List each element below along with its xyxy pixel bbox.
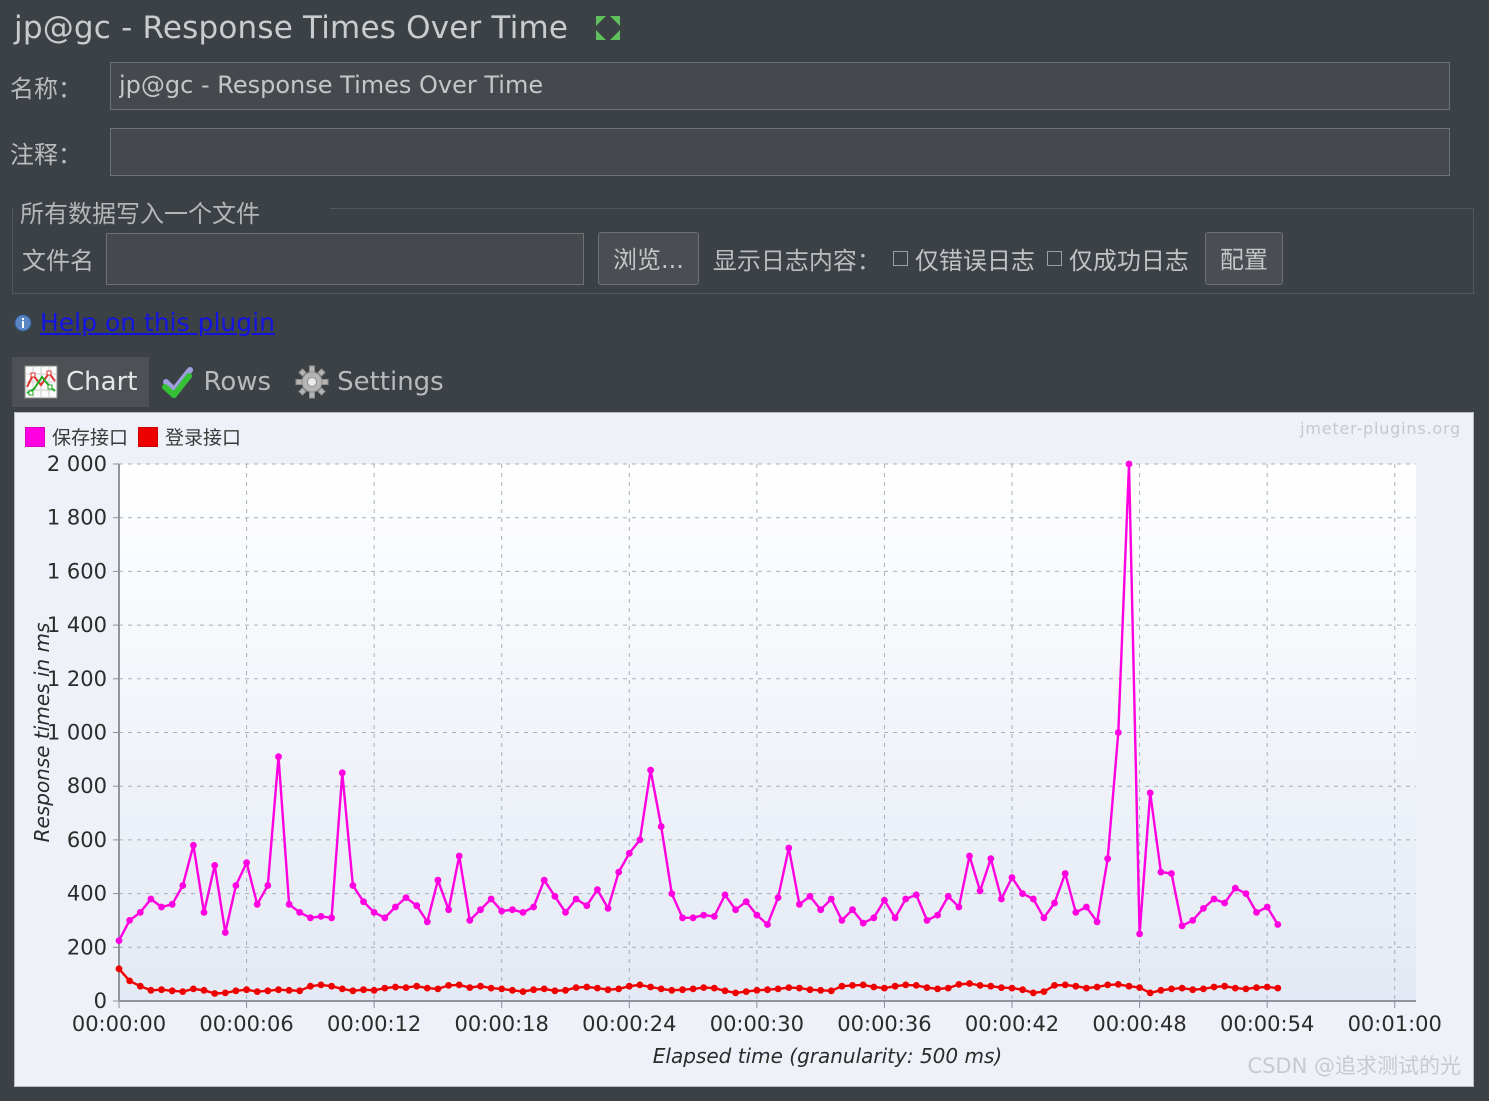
- comment-row: 注释：: [10, 128, 1450, 176]
- svg-text:0: 0: [94, 989, 107, 1013]
- tab-rows-label: Rows: [203, 367, 272, 397]
- page-title: jp@gc - Response Times Over Time: [14, 9, 569, 46]
- svg-text:2 000: 2 000: [47, 452, 107, 476]
- browse-button[interactable]: 浏览...: [598, 232, 699, 285]
- svg-text:1 000: 1 000: [47, 721, 107, 745]
- svg-text:00:00:30: 00:00:30: [710, 1012, 804, 1036]
- comment-input[interactable]: [110, 128, 1450, 176]
- expand-arrows-icon[interactable]: [594, 14, 622, 42]
- tab-settings[interactable]: Settings: [283, 357, 456, 407]
- tab-settings-label: Settings: [337, 367, 444, 397]
- info-icon: [14, 314, 32, 332]
- gear-icon: [295, 365, 329, 399]
- svg-text:1 800: 1 800: [47, 506, 107, 530]
- svg-text:00:00:12: 00:00:12: [327, 1012, 421, 1036]
- tab-chart[interactable]: Chart: [12, 357, 150, 407]
- name-input[interactable]: [110, 62, 1450, 110]
- svg-text:Elapsed time (granularity: 500: Elapsed time (granularity: 500 ms): [653, 1044, 1002, 1068]
- svg-text:800: 800: [67, 774, 107, 798]
- filename-label: 文件名: [22, 247, 94, 275]
- configure-button[interactable]: 配置: [1204, 232, 1283, 285]
- tab-bar: Chart Rows Settings: [12, 357, 456, 407]
- double-check-icon: [161, 365, 195, 399]
- tab-chart-label: Chart: [66, 367, 138, 397]
- window-titlebar: jp@gc - Response Times Over Time: [0, 0, 1489, 55]
- svg-text:00:00:18: 00:00:18: [455, 1012, 549, 1036]
- name-row: 名称：: [10, 62, 1450, 110]
- tab-rows[interactable]: Rows: [149, 357, 283, 407]
- name-label: 名称：: [10, 74, 82, 103]
- filename-input[interactable]: [106, 232, 584, 285]
- help-on-this-plugin-link[interactable]: Help on this plugin: [40, 308, 275, 337]
- svg-text:00:01:00: 00:01:00: [1348, 1012, 1442, 1036]
- svg-text:200: 200: [67, 935, 107, 959]
- svg-text:400: 400: [67, 882, 107, 906]
- log-content-label: 显示日志内容：: [712, 247, 881, 275]
- chart-plot-area[interactable]: 0 200 400 600 800 1 000 1 200 1 400 1 600 1 800 2 …: [15, 413, 1474, 1087]
- help-row: Help on this plugin: [14, 308, 275, 337]
- comment-label: 注释：: [10, 140, 82, 169]
- checkbox-box: [1046, 251, 1062, 266]
- chart-panel: 保存接口 登录接口 jmeter-plugins.org CSDN @追求测试的…: [14, 412, 1474, 1087]
- svg-text:1 400: 1 400: [47, 613, 107, 637]
- response-times-over-time-window: jp@gc - Response Times Over Time 名称： 注释：…: [0, 0, 1489, 1101]
- checkbox-box: [892, 251, 908, 266]
- success-only-label: 仅成功日志: [1068, 247, 1189, 275]
- filename-row: 文件名 浏览... 显示日志内容： 仅错误日志 仅成功日志 配置: [22, 232, 1283, 285]
- svg-text:600: 600: [67, 828, 107, 852]
- chart-line-icon: [24, 365, 58, 399]
- svg-text:00:00:00: 00:00:00: [72, 1012, 166, 1036]
- svg-text:00:00:54: 00:00:54: [1220, 1012, 1314, 1036]
- groupbox-title: 所有数据写入一个文件: [14, 194, 266, 229]
- svg-text:00:00:06: 00:00:06: [199, 1012, 293, 1036]
- svg-text:00:00:48: 00:00:48: [1092, 1012, 1186, 1036]
- svg-text:00:00:36: 00:00:36: [837, 1012, 931, 1036]
- svg-text:1 200: 1 200: [47, 667, 107, 691]
- svg-text:00:00:24: 00:00:24: [582, 1012, 676, 1036]
- errors-only-label: 仅错误日志: [914, 247, 1035, 275]
- svg-text:1 600: 1 600: [47, 559, 107, 583]
- svg-text:00:00:42: 00:00:42: [965, 1012, 1059, 1036]
- success-only-checkbox[interactable]: 仅成功日志: [1046, 241, 1189, 276]
- errors-only-checkbox[interactable]: 仅错误日志: [892, 241, 1035, 276]
- svg-text:Response times in ms: Response times in ms: [30, 623, 54, 843]
